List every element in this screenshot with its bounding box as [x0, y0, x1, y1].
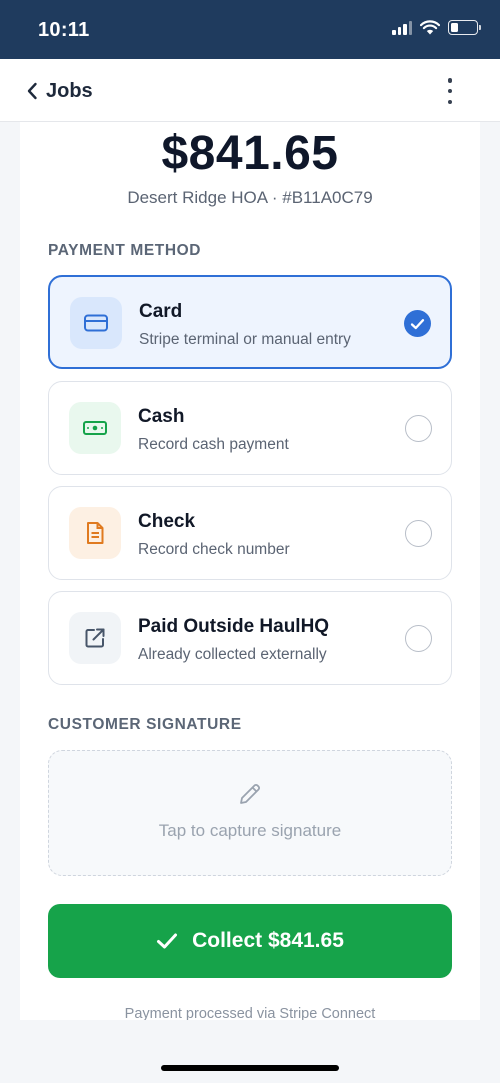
- method-option-cash[interactable]: Cash Record cash payment: [48, 381, 452, 475]
- home-indicator[interactable]: [161, 1065, 339, 1071]
- payment-method-heading: PAYMENT METHOD: [48, 242, 202, 259]
- method-option-check[interactable]: Check Record check number: [48, 486, 452, 580]
- cash-icon: [69, 402, 121, 454]
- method-subtitle: Record check number: [138, 541, 290, 558]
- method-subtitle: Stripe terminal or manual entry: [139, 331, 351, 348]
- stripe-footnote: Payment processed via Stripe Connect: [124, 1006, 376, 1020]
- more-options-icon[interactable]: [440, 78, 460, 104]
- customer-subtitle: Desert Ridge HOA · #B11A0C79: [127, 188, 373, 207]
- radio-unchecked-icon[interactable]: [405, 520, 432, 547]
- external-link-icon: [69, 612, 121, 664]
- back-button[interactable]: Jobs: [26, 77, 93, 105]
- pencil-icon: [240, 783, 261, 804]
- method-title: Paid Outside HaulHQ: [138, 616, 330, 637]
- battery-icon: [448, 20, 481, 35]
- status-time: 10:11: [38, 19, 90, 41]
- collect-button-label: Collect $841.65: [192, 929, 344, 952]
- method-title: Cash: [138, 406, 185, 427]
- customer-signature-heading: CUSTOMER SIGNATURE: [48, 716, 242, 733]
- payment-content: $841.65 Desert Ridge HOA · #B11A0C79 PAY…: [20, 122, 480, 1020]
- nav-bar: Jobs: [0, 59, 500, 122]
- signal-icon: [392, 20, 412, 35]
- signature-capture-area[interactable]: Tap to capture signature: [48, 750, 452, 876]
- collect-payment-button[interactable]: Collect $841.65: [48, 904, 452, 978]
- payment-amount: $841.65: [161, 127, 339, 180]
- checkmark-icon: [157, 933, 178, 949]
- chevron-left-icon: [27, 82, 37, 100]
- method-option-paid-outside[interactable]: Paid Outside HaulHQ Already collected ex…: [48, 591, 452, 685]
- credit-card-icon: [70, 297, 122, 349]
- method-title: Check: [138, 511, 196, 532]
- status-bar: 10:11: [0, 0, 500, 59]
- method-title: Card: [139, 301, 183, 322]
- radio-checked-icon[interactable]: [404, 310, 431, 337]
- method-option-card[interactable]: Card Stripe terminal or manual entry: [48, 275, 452, 369]
- back-label: Jobs: [46, 79, 93, 102]
- method-subtitle: Record cash payment: [138, 436, 289, 453]
- radio-unchecked-icon[interactable]: [405, 625, 432, 652]
- radio-unchecked-icon[interactable]: [405, 415, 432, 442]
- wifi-icon: [420, 20, 440, 35]
- status-icons: [392, 20, 481, 35]
- method-subtitle: Already collected externally: [138, 646, 327, 663]
- signature-placeholder: Tap to capture signature: [158, 821, 342, 840]
- document-icon: [69, 507, 121, 559]
